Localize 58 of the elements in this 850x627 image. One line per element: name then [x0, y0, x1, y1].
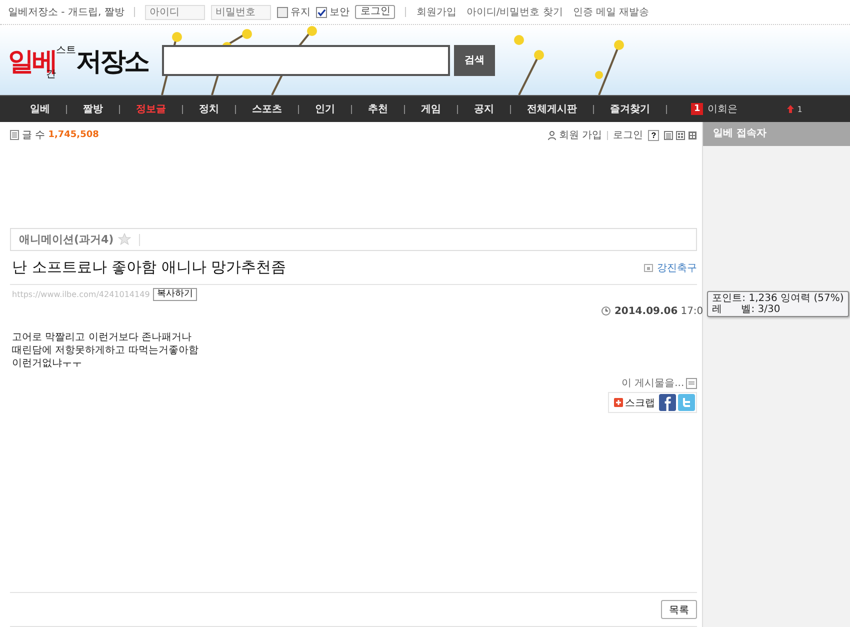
password-field[interactable]: 비밀번호 — [211, 4, 272, 20]
print-icon[interactable] — [686, 378, 698, 388]
post-count: 1,745,508 — [48, 130, 99, 140]
checkbox[interactable] — [316, 6, 328, 18]
profile-icon — [644, 264, 654, 272]
nav-item[interactable]: 일베 — [14, 102, 66, 116]
user-name[interactable]: 이회은 — [707, 102, 738, 116]
checkbox[interactable] — [277, 6, 288, 18]
search-field[interactable] — [162, 44, 450, 76]
top-link[interactable]: 아이디/비밀번호 찾기 — [466, 5, 563, 19]
login-button[interactable]: 로그인 — [355, 5, 396, 19]
post-time: 17:0 — [680, 306, 704, 316]
nav-item[interactable]: 추천 — [352, 102, 404, 116]
site-title: 일베저장소 - 개드립, 짤방 — [8, 6, 124, 19]
document-icon — [10, 130, 19, 140]
login-link[interactable]: 로그인 — [613, 128, 644, 142]
clock-icon — [601, 306, 612, 316]
signup-link[interactable]: 회원 가입 — [558, 128, 602, 142]
nav-item[interactable]: 짤방 — [67, 102, 119, 116]
nav-item[interactable]: 게임 — [405, 102, 457, 116]
sidebar-title: 일베 접속자 — [703, 122, 850, 146]
share-label: 이 게시물을... — [621, 377, 684, 390]
grid-view-icon[interactable] — [688, 130, 698, 140]
nav-item[interactable]: 인기 — [299, 102, 351, 116]
post-date: 2014.09.06 — [614, 306, 678, 316]
checkbox-label: 유지 — [290, 6, 310, 19]
search-button[interactable]: 검색 — [454, 44, 495, 76]
nav-item[interactable]: 공지 — [458, 102, 510, 116]
checkbox-label: 보안 — [329, 6, 350, 19]
top-link[interactable]: 회원가입 — [416, 5, 456, 19]
user-info-tooltip: 포인트: 1,236 잉여력 (57%) 레 벨: 3/30 — [707, 291, 849, 317]
post-text: 때린담에 저항못하게하고 따먹는거좋아함 — [12, 344, 200, 357]
person-icon — [548, 130, 556, 140]
post-title: 난 소프트료나 좋아함 애니나 망가추천좀 — [12, 258, 286, 277]
list-button[interactable]: 목록 — [661, 600, 698, 619]
nav-item[interactable]: 스포츠 — [236, 102, 298, 116]
copy-button[interactable]: 복사하기 — [152, 288, 197, 300]
nav-item[interactable]: 전체게시판 — [511, 102, 593, 116]
up-arrow-icon — [787, 105, 794, 113]
post-text: 이런거없냐ㅜㅜ — [12, 357, 83, 370]
list-view-icon[interactable] — [664, 130, 674, 140]
help-button[interactable]: ? — [648, 130, 660, 140]
nav-item[interactable]: 정보글 — [120, 102, 182, 116]
grid-view-icon[interactable] — [676, 130, 686, 140]
post-count-label: 글 수 — [22, 129, 46, 142]
notification-badge[interactable]: 1 — [691, 103, 704, 115]
post-text: 고어로 막짤리고 이런거보다 존나패거나 — [12, 331, 193, 344]
author-name[interactable]: 강진축구 — [657, 260, 698, 274]
facebook-icon[interactable] — [659, 394, 676, 411]
plus-icon — [614, 398, 624, 407]
nav-item[interactable]: 즐겨찾기 — [594, 102, 666, 116]
rank-count: 1 — [797, 104, 802, 114]
nav-item[interactable]: 정치 — [183, 102, 235, 116]
category-name[interactable]: 애니메이션(과거4) — [19, 232, 114, 247]
post-url: https://www.ilbe.com/4241014149 — [12, 290, 150, 298]
star-icon[interactable] — [118, 233, 131, 246]
top-link[interactable]: 인증 메일 재발송 — [572, 5, 650, 19]
id-field[interactable]: 아이디 — [145, 4, 206, 20]
